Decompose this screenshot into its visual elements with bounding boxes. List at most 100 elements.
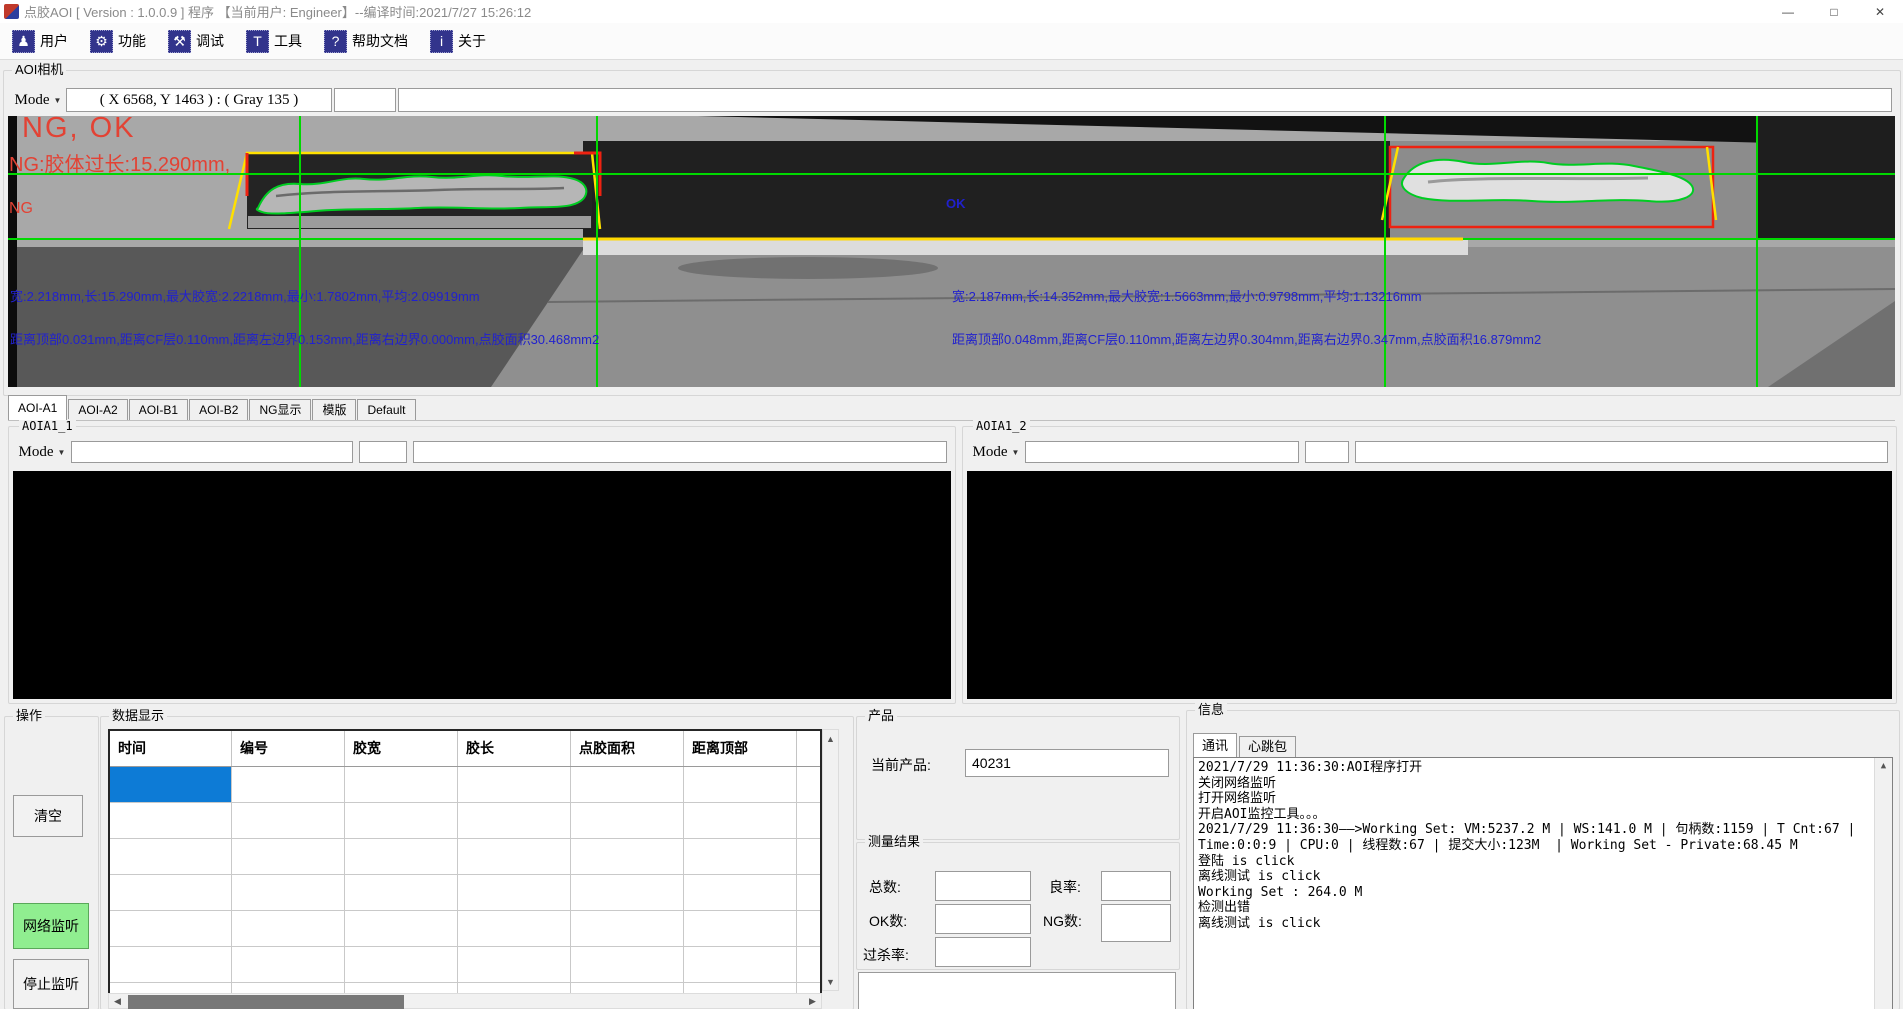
table-cell[interactable] (458, 803, 571, 838)
product-group: 产品 当前产品: 40231 (856, 716, 1180, 840)
camera-aux-field-2[interactable] (398, 88, 1892, 112)
subpanel-1-field-2[interactable] (359, 441, 407, 463)
table-cell[interactable] (684, 875, 797, 910)
subpanel-2-field-3[interactable] (1355, 441, 1888, 463)
toolbar-function-button[interactable]: ⚙ 功能 (86, 28, 150, 55)
table-cell[interactable] (684, 803, 797, 838)
total-field[interactable] (935, 871, 1031, 901)
toolbar-about-button[interactable]: i 关于 (426, 28, 490, 55)
scroll-left-icon[interactable]: ◀ (109, 994, 126, 1008)
subpanel-2-field-2[interactable] (1305, 441, 1349, 463)
table-cell[interactable] (458, 911, 571, 946)
tab-aoi-b1[interactable]: AOI-B1 (129, 399, 188, 420)
table-cell[interactable] (458, 839, 571, 874)
subpanel-2-image-view[interactable] (967, 471, 1892, 699)
camera-aux-field-1[interactable] (334, 88, 396, 112)
scroll-down-icon[interactable]: ▼ (823, 973, 838, 990)
table-cell[interactable] (684, 911, 797, 946)
tab-template[interactable]: 模版 (312, 399, 356, 420)
tab-heartbeat[interactable]: 心跳包 (1239, 736, 1296, 757)
table-cell[interactable] (345, 911, 458, 946)
table-cell[interactable] (458, 875, 571, 910)
table-cell[interactable] (232, 875, 345, 910)
log-line: 检测出错 (1198, 900, 1888, 916)
maximize-button[interactable]: □ (1811, 0, 1857, 23)
table-cell[interactable] (571, 803, 684, 838)
table-cell[interactable] (232, 803, 345, 838)
tab-aoi-b2[interactable]: AOI-B2 (189, 399, 248, 420)
communication-log[interactable]: 2021/7/29 11:36:30:AOI程序打开 关闭网络监听 打开网络监听… (1193, 757, 1893, 1009)
results-note-box[interactable] (858, 972, 1176, 1009)
toolbar-debug-button[interactable]: ⚒ 调试 (164, 28, 228, 55)
table-vertical-scrollbar[interactable]: ▲ ▼ (822, 729, 839, 991)
camera-image-view[interactable]: NG, OK NG:胶体过长:15.290mm, NG OK 宽:2.218mm… (8, 116, 1895, 387)
column-header-glue-area[interactable]: 点胶面积 (571, 731, 684, 766)
tab-default[interactable]: Default (357, 399, 415, 420)
scroll-right-icon[interactable]: ▶ (804, 994, 821, 1008)
column-header-glue-length[interactable]: 胶长 (458, 731, 571, 766)
table-cell[interactable] (232, 947, 345, 982)
table-cell[interactable] (571, 839, 684, 874)
toolbar-help-button[interactable]: ? 帮助文档 (320, 28, 412, 55)
table-cell[interactable] (571, 767, 684, 802)
ok-count-field[interactable] (935, 904, 1031, 934)
minimize-button[interactable]: — (1765, 0, 1811, 23)
subpanel-1-field-1[interactable] (71, 441, 353, 463)
network-listen-button[interactable]: 网络监听 (13, 903, 89, 949)
subpanel-1-field-3[interactable] (413, 441, 947, 463)
column-header-time[interactable]: 时间 (110, 731, 232, 766)
table-cell[interactable] (232, 767, 345, 802)
subpanel-2-field-1[interactable] (1025, 441, 1299, 463)
subpanel-2-mode-dropdown[interactable]: Mode ▼ (971, 441, 1021, 463)
table-cell[interactable] (458, 947, 571, 982)
table-cell[interactable] (345, 803, 458, 838)
toolbar-tools-button[interactable]: T 工具 (242, 28, 306, 55)
yield-field[interactable] (1101, 871, 1171, 901)
tab-ng-display[interactable]: NG显示 (249, 399, 311, 420)
table-cell[interactable] (232, 839, 345, 874)
overkill-field[interactable] (935, 937, 1031, 967)
tab-communication[interactable]: 通讯 (1193, 733, 1237, 757)
table-cell[interactable] (684, 767, 797, 802)
stop-listen-button[interactable]: 停止监听 (13, 959, 89, 1009)
table-cell[interactable] (571, 947, 684, 982)
table-cell[interactable] (110, 803, 232, 838)
table-cell[interactable] (232, 911, 345, 946)
table-cell[interactable] (684, 839, 797, 874)
scroll-up-icon[interactable]: ▲ (1875, 758, 1892, 775)
column-header-distance-top[interactable]: 距离顶部 (684, 731, 797, 766)
table-row (110, 839, 820, 875)
tab-aoi-a1[interactable]: AOI-A1 (8, 395, 67, 420)
toolbar-about-label: 关于 (458, 31, 486, 51)
table-cell[interactable] (345, 767, 458, 802)
camera-mode-dropdown[interactable]: Mode ▼ (12, 88, 64, 112)
table-cell[interactable] (345, 839, 458, 874)
table-cell[interactable] (345, 947, 458, 982)
table-cell[interactable] (684, 947, 797, 982)
subpanel-1-mode-dropdown[interactable]: Mode ▼ (17, 441, 67, 463)
camera-coords-field[interactable]: ( X 6568, Y 1463 ) : ( Gray 135 ) (66, 88, 332, 112)
scroll-up-icon[interactable]: ▲ (823, 730, 838, 747)
current-product-field[interactable]: 40231 (965, 749, 1169, 777)
table-cell[interactable] (345, 875, 458, 910)
column-header-glue-width[interactable]: 胶宽 (345, 731, 458, 766)
selected-cell[interactable] (110, 767, 232, 802)
table-cell[interactable] (110, 947, 232, 982)
table-cell[interactable] (110, 911, 232, 946)
table-cell[interactable] (571, 875, 684, 910)
table-cell[interactable] (571, 911, 684, 946)
ng-count-field[interactable] (1101, 904, 1171, 942)
clear-button[interactable]: 清空 (13, 795, 83, 837)
subpanel-1-image-view[interactable] (13, 471, 951, 699)
tab-aoi-a2[interactable]: AOI-A2 (68, 399, 127, 420)
log-scrollbar[interactable]: ▲ (1874, 758, 1892, 1009)
toolbar-user-button[interactable]: ♟ 用户 (8, 28, 72, 55)
table-horizontal-scrollbar[interactable]: ◀ ▶ (108, 993, 822, 1009)
table-cell[interactable] (110, 875, 232, 910)
horizontal-scroll-thumb[interactable] (128, 995, 404, 1009)
table-cell[interactable] (110, 839, 232, 874)
table-cell[interactable] (458, 767, 571, 802)
column-header-number[interactable]: 编号 (232, 731, 345, 766)
subpanel-aoia1-2: AOIA1_2 Mode ▼ (962, 426, 1897, 704)
close-button[interactable]: ✕ (1857, 0, 1903, 23)
